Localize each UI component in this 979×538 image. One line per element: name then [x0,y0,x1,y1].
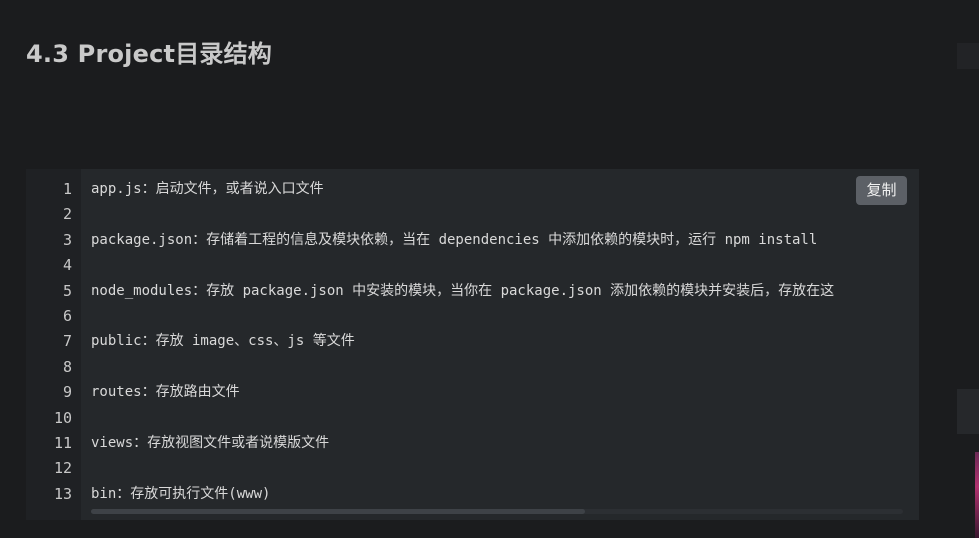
code-line: 9 routes：存放路由文件 [26,380,919,405]
sidebar-fragment-middle [957,389,979,434]
line-number: 1 [62,180,72,198]
code-line-text: bin：存放可执行文件(www) [91,485,271,502]
code-line-text: package.json：存储着工程的信息及模块依赖，当在 dependenci… [91,231,818,248]
line-number: 8 [62,357,72,376]
code-line: 13 bin：存放可执行文件(www) [26,482,919,507]
line-number: 11 [53,433,72,452]
code-line-text: public：存放 image、css、js 等文件 [91,333,355,350]
line-number: 3 [62,230,72,249]
line-number: 13 [53,484,72,503]
horizontal-scrollbar[interactable] [91,509,903,514]
code-line: 4 [26,253,919,278]
line-number: 5 [62,281,72,300]
code-line: 3 package.json：存储着工程的信息及模块依赖，当在 dependenc… [26,228,919,253]
line-number: 9 [62,383,72,402]
code-line: 2 [26,202,919,227]
copy-button[interactable]: 复制 [856,176,907,205]
code-block: 1 app.js：启动文件，或者说入口文件 2 3 package.json：存储着工程… [26,169,919,520]
code-line: 11 views：存放视图文件或者说模版文件 [26,431,919,456]
line-number: 10 [53,408,72,427]
code-line: 10 [26,406,919,431]
line-number: 4 [62,256,72,275]
line-number: 7 [62,332,72,351]
code-line: 7 public：存放 image、css、js 等文件 [26,329,919,354]
sidebar-fragment-top [957,43,979,69]
code-lines: 1 app.js：启动文件，或者说入口文件 2 3 package.json：存储着工程… [26,177,919,507]
page: 4.3 Project目录结构 1 app.js：启动文件，或者说入口文件 2 3 pa… [0,0,979,538]
horizontal-scrollbar-thumb[interactable] [91,509,585,514]
code-line: 5 node_modules：存放 package.json 中安装的模块，当你在… [26,279,919,304]
avatar [975,452,979,538]
code-line-text: views：存放视图文件或者说模版文件 [91,434,330,451]
line-number: 12 [53,459,72,478]
code-line: 12 [26,456,919,481]
code-line-text: routes：存放路由文件 [91,384,240,401]
code-line: 1 app.js：启动文件，或者说入口文件 [26,177,919,202]
code-line-text: node_modules：存放 package.json 中安装的模块，当你在 … [91,282,835,299]
code-line-text: app.js：启动文件，或者说入口文件 [91,181,324,197]
code-line: 6 [26,304,919,329]
section-heading: 4.3 Project目录结构 [26,40,272,68]
line-number: 2 [62,205,72,224]
code-line: 8 [26,355,919,380]
line-number: 6 [62,306,72,325]
